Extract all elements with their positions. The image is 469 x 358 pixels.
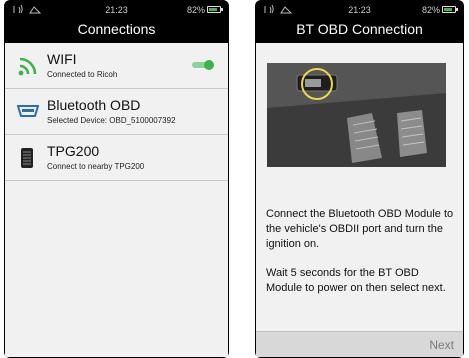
page-title: Connections xyxy=(77,21,156,37)
status-bar: 21:23 82% xyxy=(255,0,464,18)
battery-percent: 82% xyxy=(421,5,440,15)
footwell-illustration xyxy=(267,63,446,167)
connections-list: WIFI Connected to Ricoh Bluetooth OBD Se… xyxy=(5,43,228,357)
wifi-subtitle: Connected to Ricoh xyxy=(47,70,118,79)
instruction-connect: Connect the Bluetooth OBD Module to the … xyxy=(266,208,454,250)
battery-icon xyxy=(442,6,458,13)
next-button[interactable]: Next xyxy=(429,338,454,352)
page-title: BT OBD Connection xyxy=(296,21,423,37)
battery-icon xyxy=(207,6,223,13)
battery-percent: 82% xyxy=(186,5,205,15)
battery-fill xyxy=(209,8,217,11)
instruction-wait: Wait 5 seconds for the BT OBD Module to … xyxy=(266,267,446,294)
toggle-knob xyxy=(204,60,214,70)
bluetooth-obd-subtitle: Selected Device: OBD_5100007392 xyxy=(47,116,176,125)
connections-screen: 21:23 82% Connections WIFI Connected to … xyxy=(4,0,229,358)
list-item-wifi[interactable]: WIFI Connected to Ricoh xyxy=(5,43,228,89)
obd-connector-icon xyxy=(17,105,39,117)
wifi-icon xyxy=(18,57,37,76)
wifi-toggle[interactable] xyxy=(192,60,214,70)
bluetooth-obd-title: Bluetooth OBD xyxy=(47,97,141,113)
tpg200-device-icon xyxy=(21,148,33,168)
tpg200-subtitle: Connect to nearby TPG200 xyxy=(47,162,145,171)
wifi-title: WIFI xyxy=(47,51,77,67)
list-item-bluetooth-obd[interactable]: Bluetooth OBD Selected Device: OBD_51000… xyxy=(5,89,228,135)
status-bar: 21:23 82% xyxy=(4,0,229,18)
bottom-bar: Next xyxy=(256,331,463,357)
list-item-tpg200[interactable]: TPG200 Connect to nearby TPG200 xyxy=(5,135,228,181)
tpg200-title: TPG200 xyxy=(47,143,100,159)
bt-obd-connection-screen: 21:23 82% BT OBD Connection Connect the … xyxy=(255,0,464,358)
battery-fill xyxy=(444,8,452,11)
obd-port-photo xyxy=(267,63,446,167)
instructions-panel: Connect the Bluetooth OBD Module to the … xyxy=(256,43,463,357)
